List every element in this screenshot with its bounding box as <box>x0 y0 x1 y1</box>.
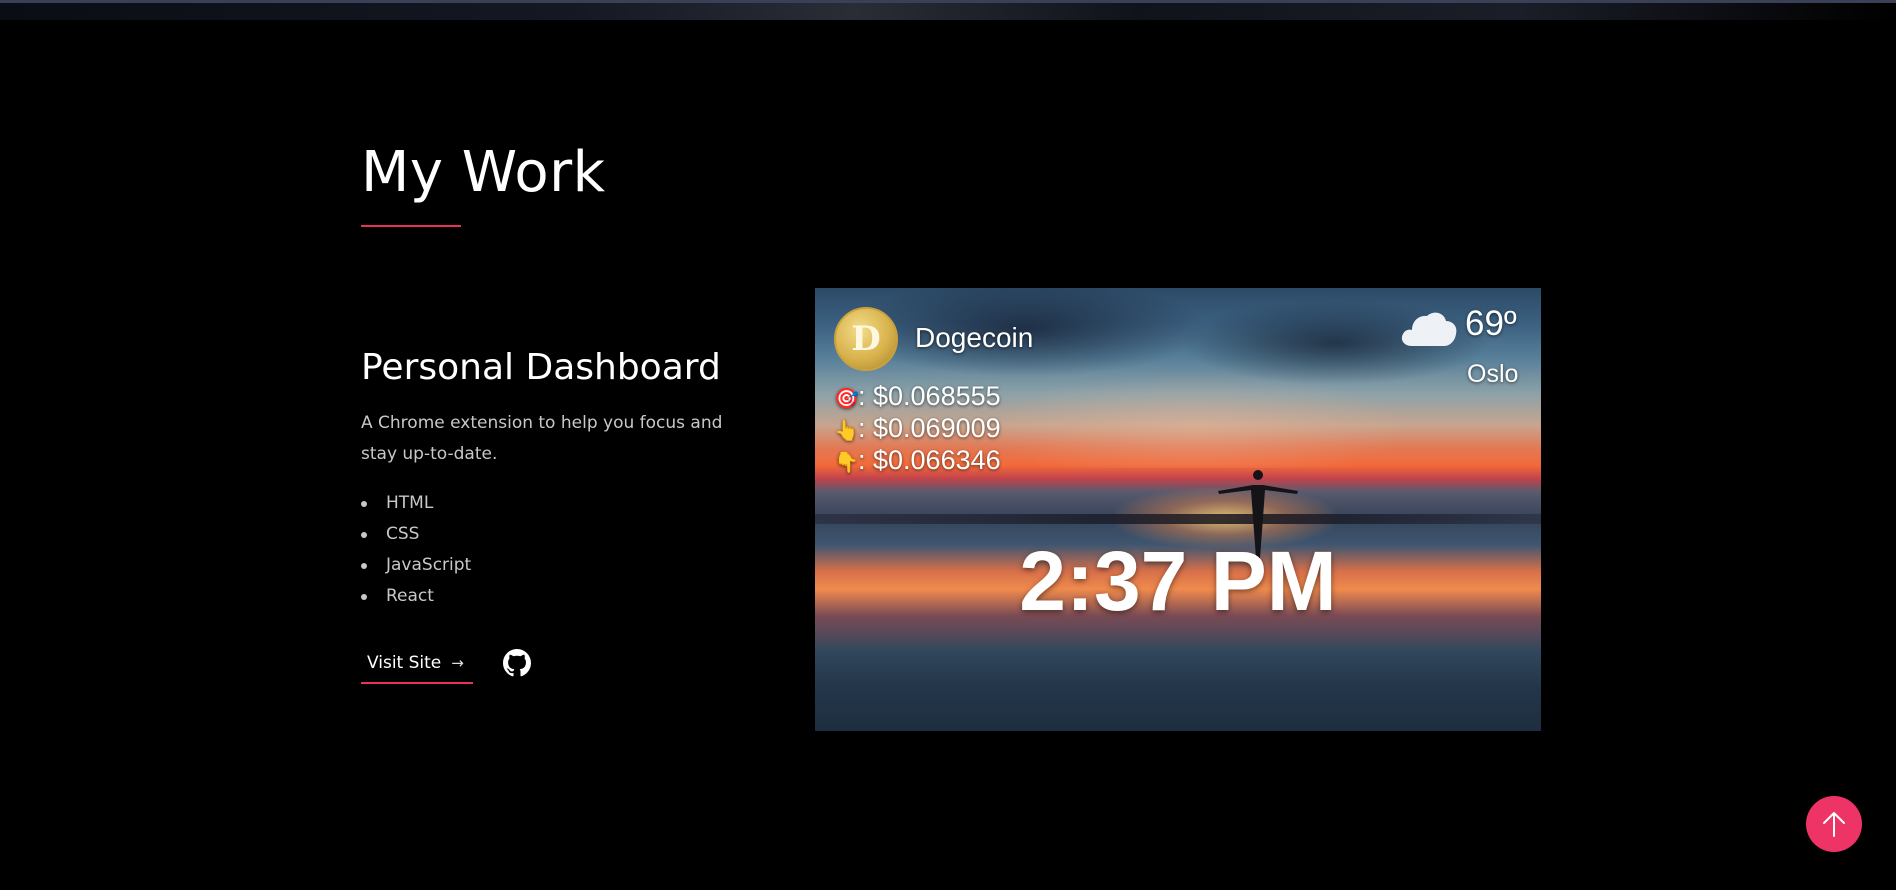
pointing-down-icon: 👇 <box>834 452 859 474</box>
target-icon: 🎯 <box>834 388 859 410</box>
temperature: 69º <box>1465 304 1517 343</box>
title-underline <box>361 225 461 227</box>
price-value: : $0.068555 <box>858 381 1001 411</box>
tech-item: CSS <box>361 519 471 550</box>
horizon-line <box>815 514 1541 524</box>
tech-list: HTML CSS JavaScript React <box>361 488 471 612</box>
section-title: My Work <box>361 140 606 205</box>
project-preview-image[interactable]: Dogecoin 🎯: $0.068555 👆: $0.069009 👇: $0… <box>815 288 1541 731</box>
arrow-up-icon <box>1823 812 1845 837</box>
project-title: Personal Dashboard <box>361 347 721 388</box>
clock-time: 2:37 PM <box>1019 534 1337 628</box>
visit-site-label: Visit Site <box>367 653 442 673</box>
price-low: 👇: $0.066346 <box>834 444 1001 479</box>
price-current: 🎯: $0.068555 <box>834 380 1001 415</box>
top-background-strip <box>0 0 1896 20</box>
city-name: Oslo <box>1467 360 1519 388</box>
tech-item: HTML <box>361 488 471 519</box>
price-value: : $0.069009 <box>858 413 1001 443</box>
visit-site-link[interactable]: Visit Site → <box>361 648 473 684</box>
project-description: A Chrome extension to help you focus and… <box>361 413 723 464</box>
dogecoin-logo <box>834 307 898 371</box>
tech-item: React <box>361 581 471 612</box>
cloud-icon <box>1401 312 1457 346</box>
github-icon <box>503 649 531 677</box>
price-high: 👆: $0.069009 <box>834 412 1001 447</box>
tech-item: JavaScript <box>361 550 471 581</box>
arrow-right-icon: → <box>451 654 464 672</box>
scroll-to-top-button[interactable] <box>1806 796 1862 852</box>
pointing-up-icon: 👆 <box>834 420 859 442</box>
price-value: : $0.066346 <box>858 445 1001 475</box>
github-link[interactable] <box>503 649 531 677</box>
coin-name: Dogecoin <box>915 322 1034 353</box>
